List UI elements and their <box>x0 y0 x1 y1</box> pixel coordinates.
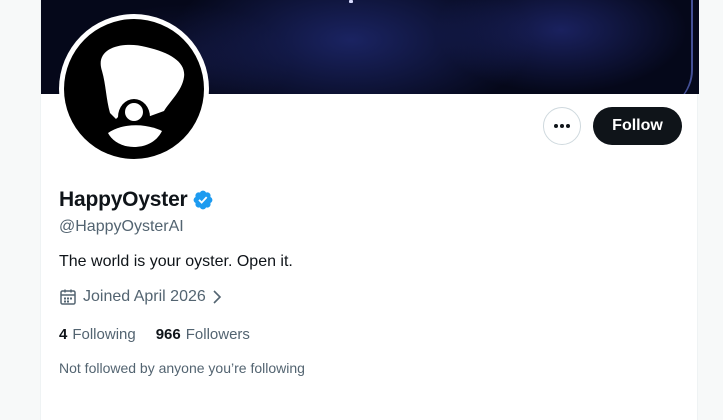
avatar-image <box>64 19 204 159</box>
profile-column: Follow HappyOyster @HappyOysterAI The wo… <box>40 0 699 420</box>
more-horizontal-icon <box>554 124 570 128</box>
verified-badge-icon[interactable] <box>192 189 214 211</box>
mutual-followers-note: Not followed by anyone you’re following <box>59 360 305 376</box>
following-label: Following <box>72 326 136 343</box>
calendar-icon <box>60 289 76 305</box>
profile-handle: @HappyOysterAI <box>59 218 184 235</box>
follow-button[interactable]: Follow <box>593 107 682 145</box>
joined-date[interactable]: Joined April 2026 <box>59 287 230 307</box>
more-options-button[interactable] <box>543 107 581 145</box>
profile-avatar[interactable] <box>59 14 209 164</box>
profile-bio: The world is your oyster. Open it. <box>59 253 293 270</box>
followers-link[interactable]: 966 Followers <box>156 326 250 343</box>
banner-glint <box>349 0 353 3</box>
followers-count: 966 <box>155 326 181 343</box>
joined-text: Joined April 2026 <box>83 288 206 305</box>
follow-button-label: Follow <box>612 117 663 134</box>
name-row: HappyOyster <box>59 187 214 213</box>
following-link[interactable]: 4 Following <box>59 326 136 343</box>
followers-label: Followers <box>185 326 250 343</box>
banner-light-streak <box>651 0 693 94</box>
display-name: HappyOyster <box>59 188 188 211</box>
oyster-logo-icon <box>100 44 185 147</box>
following-count: 4 <box>59 326 68 343</box>
chevron-right-icon <box>213 290 221 304</box>
follow-stats: 4 Following 966 Followers <box>59 326 270 343</box>
